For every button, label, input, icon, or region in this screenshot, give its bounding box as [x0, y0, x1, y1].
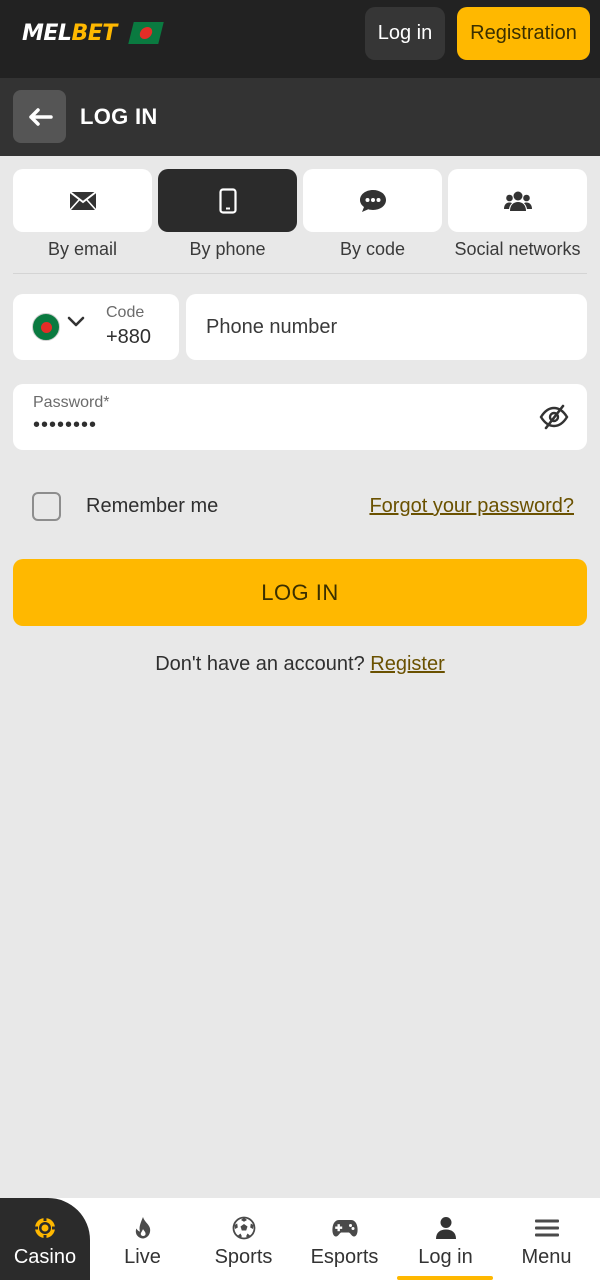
gamepad-icon: [331, 1220, 358, 1237]
users-icon: [503, 191, 532, 211]
nav-label-menu: Menu: [521, 1246, 572, 1268]
tab-by-code[interactable]: [303, 169, 442, 232]
tab-by-phone[interactable]: [158, 169, 297, 232]
tab-label-by-phone: By phone: [189, 239, 266, 259]
chat-bubble-icon: [359, 189, 386, 212]
signup-prompt: Don't have an account?: [155, 653, 365, 675]
code-label: Code: [106, 304, 145, 321]
forgot-password-link[interactable]: Forgot your password?: [369, 495, 574, 518]
remember-me-label[interactable]: Remember me: [86, 495, 218, 518]
nav-casino[interactable]: Casino: [0, 1198, 90, 1280]
nav-login[interactable]: Log in: [395, 1198, 496, 1280]
header-login-button[interactable]: Log in: [365, 7, 445, 60]
bangladesh-flag-icon: [32, 313, 60, 341]
login-submit-button[interactable]: LOG IN: [13, 559, 587, 626]
melbet-logo[interactable]: MELBET: [22, 18, 164, 48]
hamburger-menu-icon: [534, 1219, 559, 1237]
mobile-phone-icon: [218, 187, 237, 214]
code-value: +880: [106, 326, 152, 348]
bangladesh-flag-icon: [128, 22, 164, 44]
nav-live[interactable]: Live: [92, 1198, 193, 1280]
nav-label-live: Live: [124, 1246, 161, 1268]
top-header: MELBET Log in Registration: [0, 0, 600, 78]
nav-active-indicator: [397, 1276, 493, 1280]
eye-slash-icon[interactable]: [539, 404, 569, 430]
nav-label-sports: Sports: [214, 1246, 273, 1268]
bottom-navigation: Casino Live Sports Esports Log in Menu: [0, 1198, 600, 1280]
nav-label-esports: Esports: [310, 1246, 379, 1268]
nav-menu[interactable]: Menu: [496, 1198, 597, 1280]
title-bar: LOG IN: [0, 78, 600, 156]
tab-label-social-networks: Social networks: [454, 239, 581, 259]
register-link[interactable]: Register: [370, 653, 444, 675]
tab-label-by-email: By email: [47, 239, 118, 259]
tab-label-by-code: By code: [339, 239, 406, 259]
flame-icon: [135, 1217, 150, 1239]
header-registration-button[interactable]: Registration: [457, 7, 590, 60]
nav-label-login: Log in: [418, 1246, 473, 1268]
soccer-ball-icon: [232, 1216, 255, 1240]
password-label: Password*: [33, 394, 110, 411]
divider: [13, 273, 587, 274]
envelope-icon: [68, 190, 97, 211]
chevron-down-icon: [67, 316, 85, 327]
password-value: ••••••••: [33, 414, 98, 436]
nav-label-casino: Casino: [13, 1246, 77, 1268]
password-field[interactable]: Password* ••••••••: [13, 384, 587, 450]
casino-chip-icon: [34, 1217, 56, 1239]
tab-social-networks[interactable]: [448, 169, 587, 232]
logo-text: MELBET: [22, 20, 117, 46]
signup-prompt-row: Don't have an account? Register: [0, 653, 600, 676]
tab-by-email[interactable]: [13, 169, 152, 232]
nav-esports[interactable]: Esports: [294, 1198, 395, 1280]
nav-sports[interactable]: Sports: [193, 1198, 294, 1280]
country-code-select[interactable]: Code +880: [13, 294, 179, 360]
arrow-left-icon: [28, 107, 53, 126]
back-button[interactable]: [13, 90, 66, 143]
page-title: LOG IN: [80, 104, 158, 129]
user-icon: [435, 1217, 456, 1239]
phone-number-input[interactable]: [186, 294, 587, 360]
remember-me-checkbox[interactable]: [32, 492, 61, 521]
